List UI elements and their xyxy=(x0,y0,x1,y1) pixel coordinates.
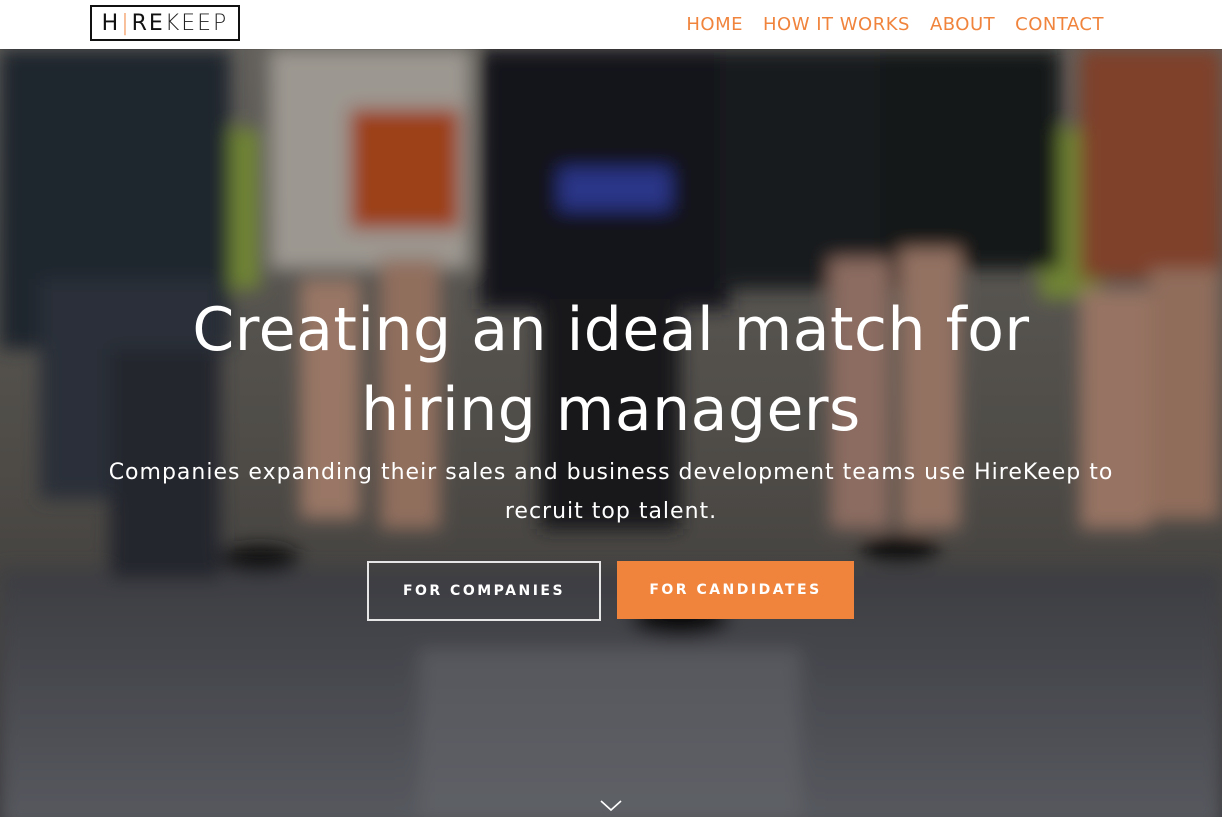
hero-subtitle: Companies expanding their sales and busi… xyxy=(108,460,1114,524)
logo-letters-re: RE xyxy=(131,10,165,36)
hero-section: Creating an ideal match for hiring manag… xyxy=(0,49,1222,817)
for-companies-button[interactable]: FOR COMPANIES xyxy=(367,561,601,621)
chevron-down-icon[interactable] xyxy=(599,799,623,813)
nav-home[interactable]: HOME xyxy=(686,14,743,35)
page: H | RE KEEP HOME HOW IT WORKS ABOUT CONTACT xyxy=(0,0,1222,817)
hirekeep-logo[interactable]: H | RE KEEP xyxy=(90,5,240,41)
logo-bar: | xyxy=(121,10,131,36)
for-candidates-button[interactable]: FOR CANDIDATES xyxy=(617,561,854,619)
hero-title-line-1: Creating an ideal match for xyxy=(192,295,1030,365)
hero-title: Creating an ideal match for hiring manag… xyxy=(0,290,1222,450)
site-header: H | RE KEEP HOME HOW IT WORKS ABOUT CONTACT xyxy=(0,0,1222,49)
logo-letter-h: H xyxy=(101,10,121,36)
main-nav: HOME HOW IT WORKS ABOUT CONTACT xyxy=(686,0,1104,49)
hero-title-line-2: hiring managers xyxy=(361,375,861,445)
nav-how-it-works[interactable]: HOW IT WORKS xyxy=(763,14,910,35)
nav-about[interactable]: ABOUT xyxy=(930,14,995,35)
logo-letters-keep: KEEP xyxy=(164,10,229,36)
nav-contact[interactable]: CONTACT xyxy=(1015,14,1104,35)
